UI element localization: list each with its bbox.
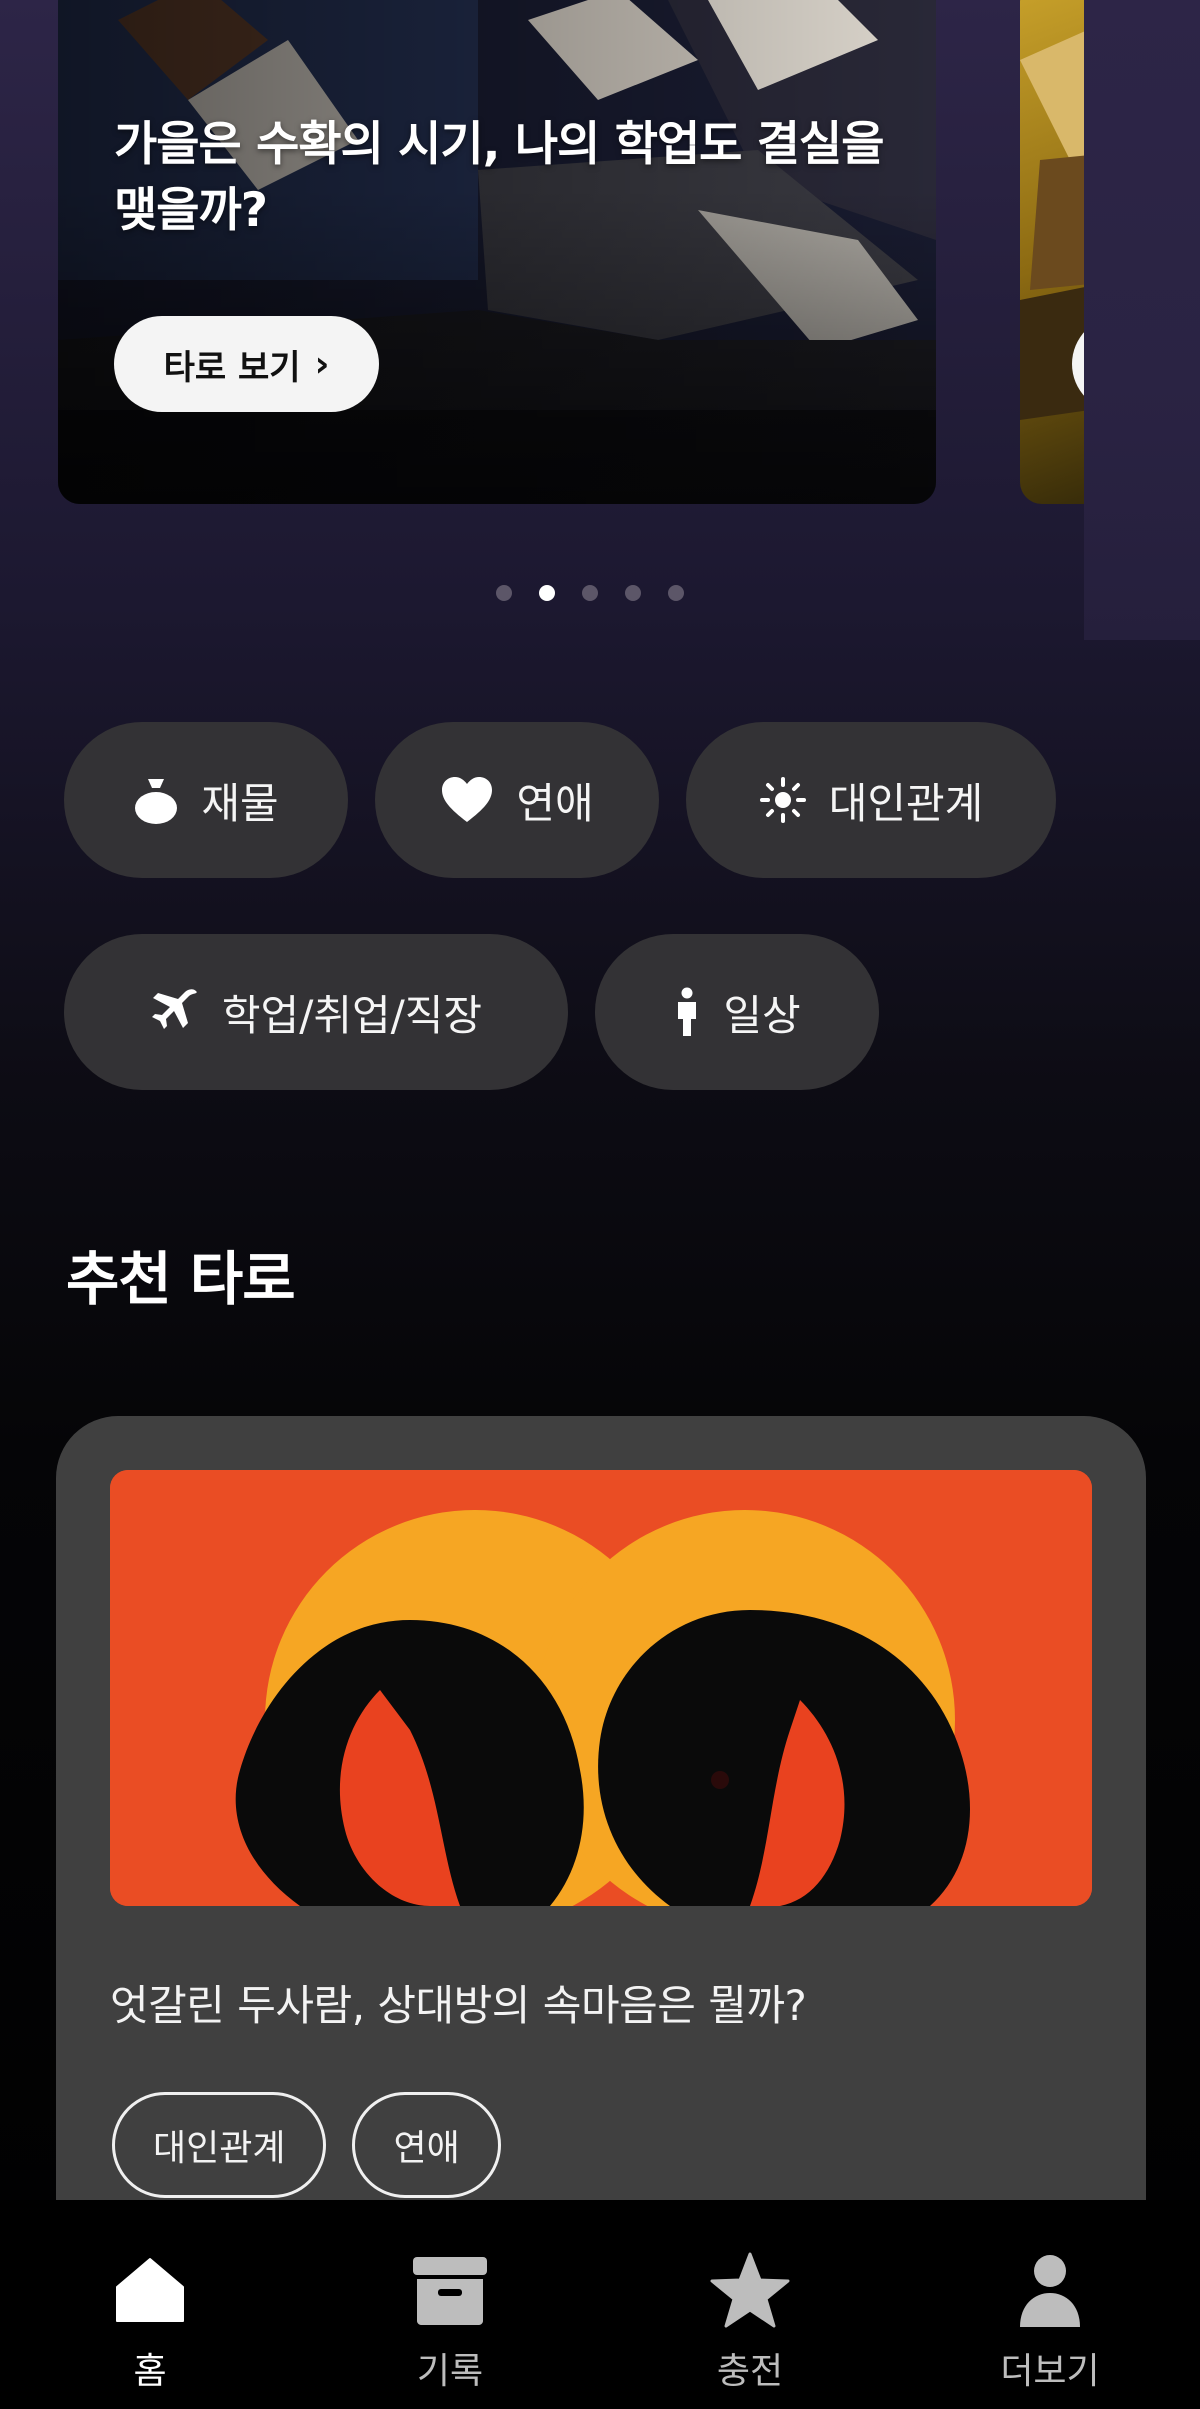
heart-icon	[442, 777, 493, 822]
money-bag-icon	[135, 779, 178, 824]
section-title-recommended: 추천 타로	[66, 1245, 296, 1313]
bottom-navigation: 홈 기록 충전 더보기	[0, 2200, 1200, 2409]
category-label: 대인관계	[828, 778, 984, 828]
nav-item-home[interactable]: 홈	[0, 2200, 300, 2409]
user-icon	[1010, 2250, 1090, 2330]
home-icon	[110, 2250, 190, 2330]
category-chips: 재물 연애 대인관계 학업/취업/직장 일상	[64, 722, 1144, 1146]
view-tarot-button-label: 타로 보기	[163, 347, 301, 388]
nav-label: 충전	[716, 2351, 784, 2392]
view-tarot-button[interactable]: 타로 보기 ›	[114, 316, 379, 412]
banner-shade	[58, 0, 936, 504]
sun-icon	[759, 777, 806, 823]
person-icon	[678, 987, 697, 1036]
carousel-pagination	[0, 585, 1190, 601]
nav-label: 홈	[133, 2351, 167, 2392]
chevron-right-icon: ›	[314, 343, 330, 385]
category-chip-wealth[interactable]: 재물	[64, 722, 348, 878]
two-silhouettes-illustration	[110, 1470, 1092, 1906]
tag-love[interactable]: 연애	[352, 2092, 501, 2198]
banner-card[interactable]: 가을은 수확의 시기, 나의 학업도 결실을 맺을까? 타로 보기 ›	[58, 0, 936, 504]
pagination-dot[interactable]	[582, 585, 598, 601]
category-chip-love[interactable]: 연애	[375, 722, 659, 878]
nav-item-charge[interactable]: 충전	[600, 2200, 900, 2409]
carousel-edge	[1084, 0, 1200, 640]
nav-label: 기록	[416, 2351, 484, 2392]
category-label: 재물	[201, 778, 279, 828]
category-chip-career[interactable]: 학업/취업/직장	[64, 934, 568, 1090]
nav-item-history[interactable]: 기록	[300, 2200, 600, 2409]
recommended-card-tags: 대인관계 연애	[112, 2092, 501, 2198]
pagination-dot-active[interactable]	[539, 585, 555, 601]
recommended-tarot-card[interactable]: 엇갈린 두사람, 상대방의 속마음은 뭘까? 대인관계 연애	[56, 1416, 1146, 2216]
category-chip-daily[interactable]: 일상	[595, 934, 879, 1090]
star-icon	[710, 2250, 790, 2330]
recommended-card-title: 엇갈린 두사람, 상대방의 속마음은 뭘까?	[110, 1981, 807, 2030]
category-label: 학업/취업/직장	[221, 990, 483, 1040]
pagination-dot[interactable]	[668, 585, 684, 601]
pagination-dot[interactable]	[625, 585, 641, 601]
category-chip-relationships[interactable]: 대인관계	[686, 722, 1056, 878]
recommended-card-image	[110, 1470, 1092, 1906]
pagination-dot[interactable]	[496, 585, 512, 601]
category-label: 일상	[723, 990, 801, 1040]
airplane-icon	[151, 989, 197, 1029]
banner-carousel[interactable]: 가을은 수확의 시기, 나의 학업도 결실을 맺을까? 타로 보기 ›	[0, 0, 1200, 640]
banner-title: 가을은 수확의 시기, 나의 학업도 결실을 맺을까?	[114, 117, 885, 238]
nav-label: 더보기	[1000, 2351, 1100, 2392]
tag-relationships[interactable]: 대인관계	[112, 2092, 327, 2198]
nav-item-more[interactable]: 더보기	[900, 2200, 1200, 2409]
category-label: 연애	[516, 778, 594, 828]
archive-box-icon	[410, 2250, 490, 2330]
